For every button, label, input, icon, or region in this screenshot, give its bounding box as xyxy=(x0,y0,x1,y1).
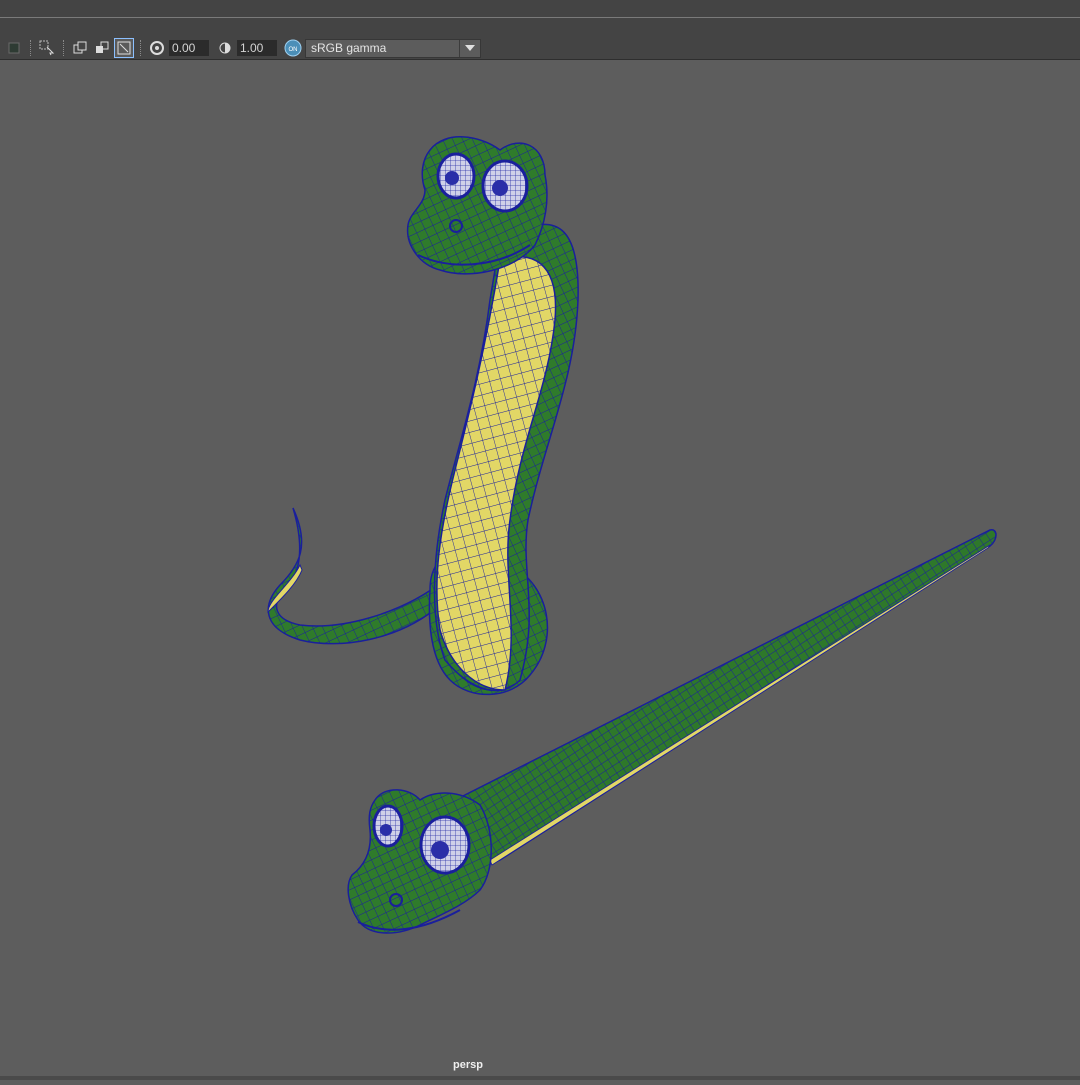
exposure-icon[interactable] xyxy=(147,38,167,58)
isolate-icon[interactable] xyxy=(92,38,112,58)
camera-tools-icon[interactable] xyxy=(4,38,24,58)
straight-snake-pupil-right xyxy=(431,841,449,859)
viewport-canvas[interactable] xyxy=(0,60,1080,1080)
xray-icon[interactable] xyxy=(114,38,134,58)
snake-tail-belly xyxy=(267,563,303,614)
toolbar-separator xyxy=(30,40,33,56)
snapshot-icon[interactable] xyxy=(70,38,90,58)
color-management-icon[interactable]: ON xyxy=(283,38,303,58)
viewport-bottom-border xyxy=(0,1076,1080,1080)
toolbar-row: 0.00 1.00 ON sRGB gamma xyxy=(0,37,481,59)
snake-pupil-left xyxy=(445,171,459,185)
straight-snake-head xyxy=(347,789,492,934)
viewport-toolbar: 0.00 1.00 ON sRGB gamma xyxy=(0,18,1080,60)
color-space-select[interactable]: sRGB gamma xyxy=(305,38,481,58)
svg-text:ON: ON xyxy=(289,47,298,53)
gamma-icon[interactable] xyxy=(215,38,235,58)
gamma-field[interactable]: 1.00 xyxy=(237,40,277,56)
camera-name-label: persp xyxy=(453,1059,483,1071)
straight-snake-body xyxy=(454,529,997,865)
chevron-down-icon[interactable] xyxy=(459,39,480,57)
exposure-field[interactable]: 0.00 xyxy=(169,40,209,56)
straight-snake-belly xyxy=(489,544,991,866)
snake-pupil-right xyxy=(492,180,508,196)
menu-strip xyxy=(0,0,1080,18)
straight-snake-pupil-left xyxy=(380,824,392,836)
select-icon[interactable] xyxy=(37,38,57,58)
3d-viewport[interactable] xyxy=(0,60,1080,1080)
color-space-label: sRGB gamma xyxy=(311,40,387,55)
toolbar-separator xyxy=(63,40,66,56)
coiled-snake-model[interactable] xyxy=(267,136,579,696)
toolbar-separator xyxy=(140,40,143,56)
snake-head xyxy=(406,136,548,275)
